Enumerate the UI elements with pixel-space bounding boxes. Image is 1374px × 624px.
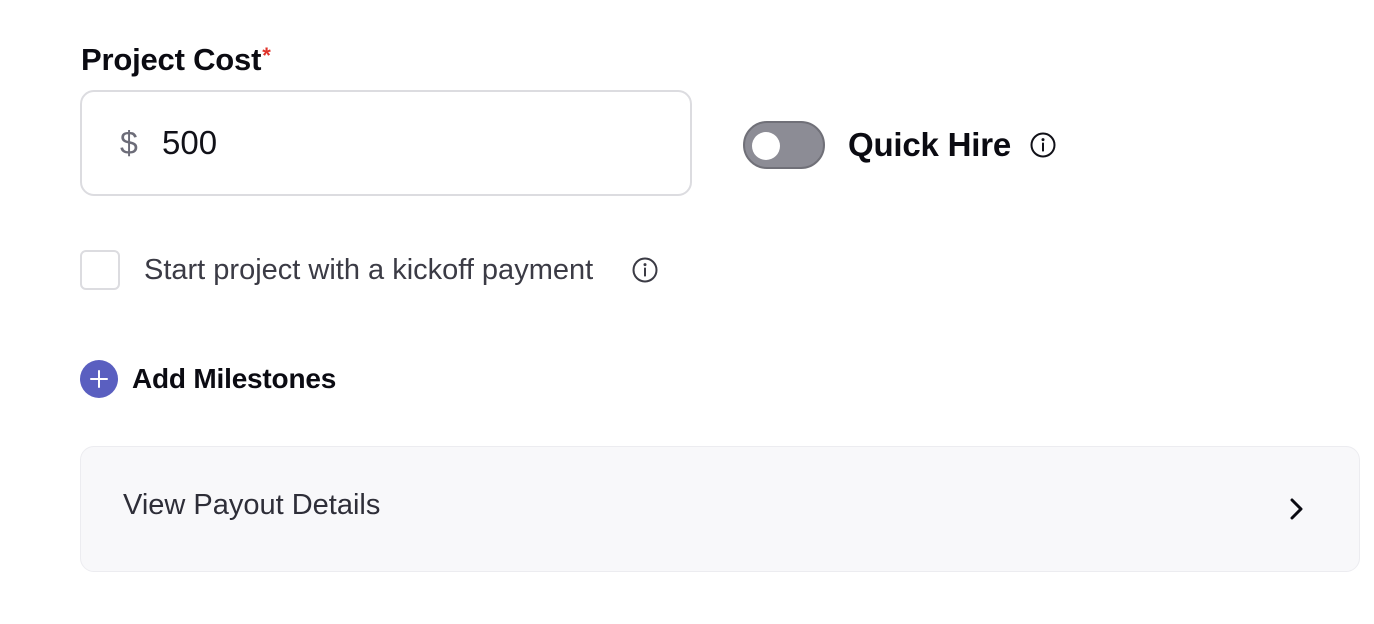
- toggle-knob: [752, 132, 780, 160]
- kickoff-payment-label: Start project with a kickoff payment: [144, 254, 594, 286]
- project-cost-label: Project Cost*: [81, 40, 271, 80]
- quick-hire-info-icon[interactable]: [1030, 132, 1056, 158]
- quick-hire-label: Quick Hire: [848, 126, 1012, 163]
- project-cost-label-text: Project Cost: [81, 42, 262, 77]
- required-marker: *: [262, 43, 271, 68]
- view-payout-details-card[interactable]: View Payout Details: [80, 446, 1360, 572]
- add-milestones-label: Add Milestones: [132, 363, 337, 394]
- plus-circle-icon: [80, 360, 118, 398]
- chevron-right-icon: [1287, 497, 1307, 521]
- project-cost-form: Project Cost* $ Quick Hire Start project…: [0, 0, 1374, 624]
- project-cost-input[interactable]: [162, 124, 642, 162]
- currency-symbol: $: [120, 124, 138, 161]
- quick-hire-toggle[interactable]: [743, 121, 825, 169]
- view-payout-details-label: View Payout Details: [123, 489, 381, 521]
- add-milestones-button[interactable]: Add Milestones: [80, 360, 336, 398]
- kickoff-payment-checkbox[interactable]: [80, 250, 120, 290]
- project-cost-field[interactable]: $: [80, 90, 692, 196]
- kickoff-payment-info-icon[interactable]: [632, 257, 658, 283]
